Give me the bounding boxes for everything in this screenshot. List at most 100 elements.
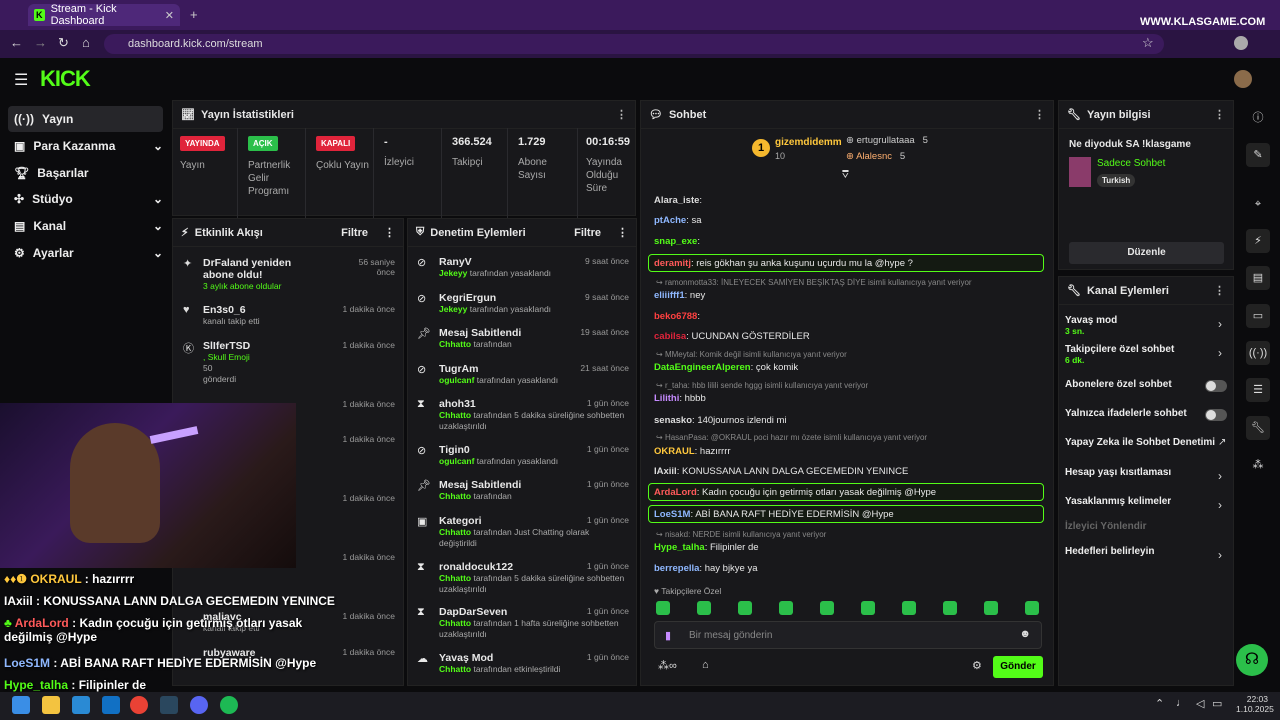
chevron-right-icon[interactable]: › — [1218, 548, 1222, 562]
emoji-icon[interactable]: ☻ — [1019, 628, 1031, 640]
chat-username[interactable]: OKRAUL — [654, 446, 695, 457]
chat-message[interactable]: LoeS1M: ABİ BANA RAFT HEDİYE EDERMİSİN @… — [654, 509, 894, 520]
chat-settings-icon[interactable]: ⚙ — [972, 659, 982, 672]
chevron-right-icon[interactable]: › — [1218, 469, 1222, 483]
store-icon[interactable]: ⌂ — [702, 659, 709, 671]
leader-3[interactable]: ⊕ Alalesnc 5 — [846, 151, 905, 162]
chevron-right-icon[interactable]: › — [1218, 346, 1222, 360]
layout-icon[interactable]: ☰ — [1246, 378, 1270, 402]
chevron-right-icon[interactable]: › — [1218, 498, 1222, 512]
channel-action-0[interactable]: Yavaş mod 3 sn. — [1065, 315, 1225, 336]
emote-icon[interactable] — [656, 601, 670, 615]
channel-action-8[interactable]: Hedefleri belirleyin — [1065, 546, 1225, 557]
info-icon[interactable]: ⓘ — [1246, 106, 1270, 130]
sidebar-item-yayin[interactable]: ((·)) Yayın — [8, 106, 163, 132]
chat-message[interactable]: DataEngineerAlperen: çok komik — [654, 362, 798, 373]
start-icon[interactable] — [12, 696, 30, 714]
more-options-icon[interactable]: ⋮ — [617, 226, 628, 239]
more-tools-icon[interactable]: ⁂ — [1246, 453, 1270, 477]
chat-message[interactable]: OKRAUL: hazırrrr — [654, 446, 731, 457]
profile-avatar[interactable] — [1234, 36, 1248, 50]
battery-icon[interactable]: ▭ — [1212, 697, 1222, 710]
filter-chat-icon[interactable]: ⩢ — [842, 169, 849, 182]
emote-icon[interactable] — [984, 601, 998, 615]
chat-message[interactable]: ArdaLord: Kadın çocuğu için getirmiş otl… — [654, 487, 936, 498]
chat-message[interactable]: deramitj: reis gökhan şu anka kuşunu uçu… — [654, 258, 913, 269]
emote-icon[interactable] — [943, 601, 957, 615]
chat-message[interactable]: ptAche: sa — [654, 215, 702, 226]
chevron-right-icon[interactable]: › — [1218, 317, 1222, 331]
user-avatar[interactable] — [1234, 70, 1252, 88]
hamburger-menu-icon[interactable]: ☰ — [14, 70, 28, 90]
chat-username[interactable]: ArdaLord — [654, 487, 697, 498]
broadcast-rail-icon[interactable]: ((·)) — [1246, 341, 1270, 365]
chat-username[interactable]: deramitj — [654, 258, 691, 269]
chat-input[interactable]: ▮ Bir mesaj gönderin ☻ — [654, 621, 1042, 649]
chat-message[interactable]: beko6788: — [654, 311, 700, 322]
support-headset-icon[interactable]: ☊ — [1236, 644, 1268, 676]
chat-message[interactable]: Alara_iste: — [654, 195, 702, 206]
browser-tab[interactable]: K Stream - Kick Dashboard ✕ — [28, 3, 180, 27]
emote-icon[interactable] — [779, 601, 793, 615]
toggle-switch[interactable] — [1205, 380, 1227, 392]
chat-message[interactable]: senasko: 140journos izlendi mi — [654, 415, 787, 426]
channel-action-5[interactable]: Hesap yaşı kısıtlaması — [1065, 467, 1225, 478]
edit-button[interactable]: Düzenle — [1069, 242, 1224, 264]
chat-username[interactable]: Hype_talha — [654, 542, 705, 553]
emote-icon[interactable] — [820, 601, 834, 615]
more-options-icon[interactable]: ⋮ — [1214, 108, 1225, 121]
kick-logo[interactable]: KICK — [40, 66, 91, 92]
chat-username[interactable]: ptAche — [654, 215, 686, 226]
chat-username[interactable]: senasko — [654, 415, 692, 426]
sidebar-item-basarilar[interactable]: 🏆︎ Başarılar — [8, 160, 163, 186]
tray-chevron-icon[interactable]: ⌃ — [1155, 697, 1164, 710]
filter-button[interactable]: Filtre — [574, 227, 601, 239]
channel-action-1[interactable]: Takipçilere özel sohbet 6 dk. — [1065, 344, 1225, 365]
record-icon[interactable]: ⌖ — [1246, 192, 1270, 216]
edit-icon[interactable]: ✎ — [1246, 143, 1270, 167]
reload-icon[interactable]: ↻ — [58, 35, 69, 51]
clock[interactable]: 22:03 1.10.2025 — [1236, 694, 1274, 714]
channel-action-2[interactable]: Abonelere özel sohbet — [1065, 379, 1225, 390]
emote-icon[interactable] — [738, 601, 752, 615]
more-options-icon[interactable]: ⋮ — [1034, 108, 1045, 121]
close-tab-icon[interactable]: ✕ — [165, 9, 174, 22]
home-icon[interactable]: ⌂ — [82, 35, 90, 50]
spotify-icon[interactable] — [220, 696, 238, 714]
category-name[interactable]: Sadece Sohbet — [1097, 158, 1165, 169]
chat-message[interactable]: Hype_talha: Filipinler de — [654, 542, 759, 553]
sidebar-item-para-kazanma[interactable]: ▣ Para Kazanma ⌄ — [8, 133, 163, 159]
emote-icon[interactable] — [697, 601, 711, 615]
edge-icon[interactable] — [72, 696, 90, 714]
chat-username[interactable]: Alara_iste — [654, 195, 699, 206]
file-explorer-icon[interactable] — [42, 696, 60, 714]
back-icon[interactable]: ← — [10, 35, 23, 50]
filter-button[interactable]: Filtre — [341, 227, 368, 239]
address-bar[interactable]: dashboard.kick.com/stream — [104, 34, 1164, 54]
tool-icon[interactable]: 🔧︎ — [1246, 416, 1270, 440]
sidebar-item-ayarlar[interactable]: ⚙ Ayarlar ⌄ — [8, 240, 163, 266]
channel-action-6[interactable]: Yasaklanmış kelimeler — [1065, 496, 1225, 507]
chat-message[interactable]: eliiifff1: ney — [654, 290, 705, 301]
chat-username[interactable]: berrepella — [654, 563, 699, 574]
chat-username[interactable]: Lilithi — [654, 393, 679, 404]
channel-action-4[interactable]: Yapay Zeka ile Sohbet Denetimi — [1065, 437, 1225, 448]
chat-username[interactable]: cabilsa — [654, 331, 686, 342]
lightning-icon[interactable]: ⚡︎ — [1246, 229, 1270, 253]
clipboard-icon[interactable]: ▤ — [1246, 266, 1270, 290]
more-options-icon[interactable]: ⋮ — [384, 226, 395, 239]
chat-message[interactable]: cabilsa: UCUNDAN GÖSTERDİLER — [654, 331, 810, 342]
emote-icon[interactable] — [861, 601, 875, 615]
channel-action-3[interactable]: Yalnızca ifadelerle sohbet — [1065, 408, 1225, 419]
leader-name[interactable]: gizemdidemm — [775, 137, 842, 148]
toggle-switch[interactable] — [1205, 409, 1227, 421]
sidebar-item-kanal[interactable]: ▤ Kanal ⌄ — [8, 213, 163, 239]
chat-message[interactable]: Lilithi: hbbb — [654, 393, 706, 404]
external-link-icon[interactable]: ↗ — [1218, 437, 1226, 448]
outlook-icon[interactable] — [102, 696, 120, 714]
volume-icon[interactable]: ◁ — [1196, 697, 1204, 710]
chat-message[interactable]: IAxiil: KONUSSANA LANN DALGA GECEMEDIN Y… — [654, 466, 908, 477]
emote-icon[interactable] — [902, 601, 916, 615]
send-button[interactable]: Gönder — [993, 656, 1043, 678]
chat-username[interactable]: snap_exe — [654, 236, 697, 247]
